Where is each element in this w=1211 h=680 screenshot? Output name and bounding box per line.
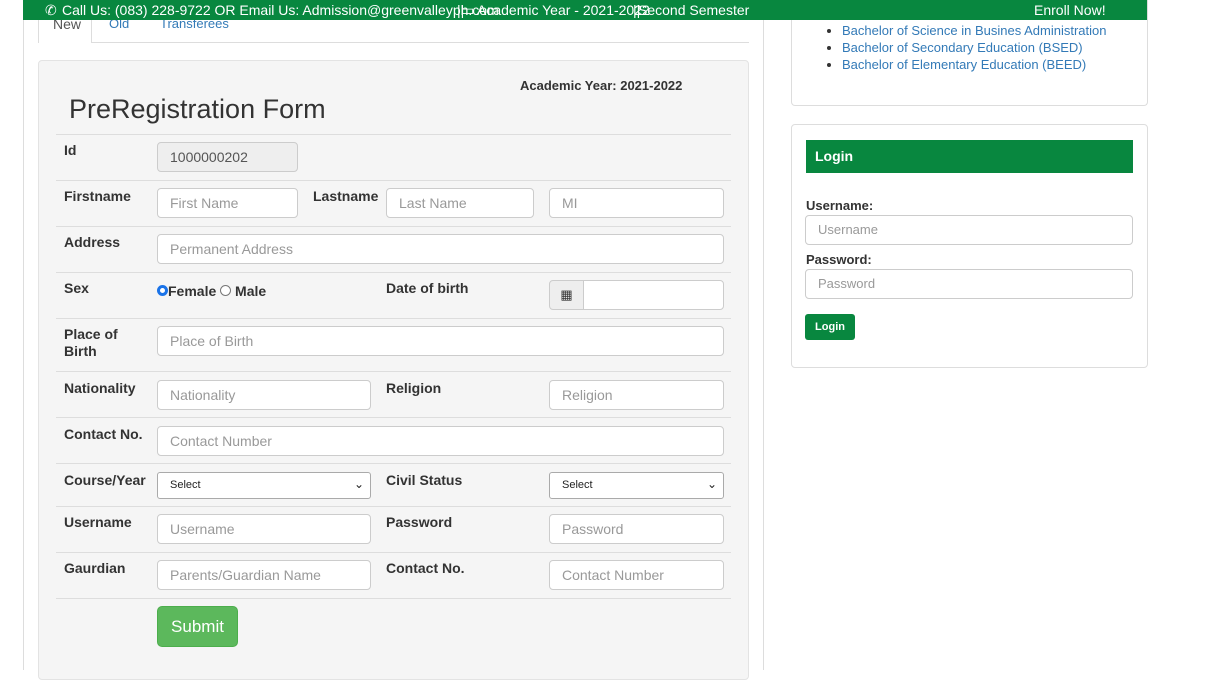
top-bar: ✆ Call Us: (083) 228-9722 OR Email Us: A… bbox=[23, 0, 1147, 20]
lastname-input[interactable]: Last Name bbox=[386, 188, 534, 218]
courses-list: Bachelor of Science in Busines Administr… bbox=[792, 22, 1106, 73]
nationality-input[interactable]: Nationality bbox=[157, 380, 371, 410]
container-border bbox=[23, 20, 24, 670]
contact-input[interactable]: Contact Number bbox=[157, 426, 724, 456]
divider bbox=[56, 371, 731, 372]
login-password-label: Password: bbox=[806, 252, 872, 267]
page-title: PreRegistration Form bbox=[69, 94, 326, 124]
submit-button[interactable]: Submit bbox=[157, 606, 238, 647]
lastname-label: Lastname bbox=[313, 188, 379, 204]
academic-year-text: Academic Year - 2021-2022 bbox=[477, 2, 650, 18]
login-header: Login bbox=[806, 140, 1133, 173]
calendar-icon[interactable]: ▦ bbox=[549, 280, 584, 310]
course-link[interactable]: Bachelor of Secondary Education (BSED) bbox=[842, 40, 1083, 55]
chevron-down-icon: ⌄ bbox=[706, 477, 717, 491]
course-select[interactable]: Select ⌄ bbox=[157, 472, 371, 499]
course-label: Course/Year bbox=[64, 472, 146, 488]
dob-input[interactable] bbox=[583, 280, 724, 310]
contact-label: Contact No. bbox=[64, 426, 143, 442]
divider bbox=[56, 134, 731, 135]
guardian-label: Gaurdian bbox=[64, 560, 126, 576]
divider bbox=[56, 552, 731, 553]
dob-label: Date of birth bbox=[386, 280, 469, 296]
guardian-contact-input[interactable]: Contact Number bbox=[549, 560, 724, 590]
password-input[interactable]: Password bbox=[549, 514, 724, 544]
list-item: Bachelor of Secondary Education (BSED) bbox=[842, 39, 1106, 56]
phone-icon: ✆ bbox=[45, 2, 57, 18]
address-label: Address bbox=[64, 234, 121, 250]
pob-input[interactable]: Place of Birth bbox=[157, 326, 724, 356]
container-border bbox=[763, 20, 764, 670]
religion-input[interactable]: Religion bbox=[549, 380, 724, 410]
male-label: Male bbox=[235, 283, 267, 299]
divider bbox=[56, 226, 731, 227]
civil-status-label: Civil Status bbox=[386, 472, 463, 488]
address-input[interactable]: Permanent Address bbox=[157, 234, 724, 264]
tab-divider bbox=[92, 42, 749, 43]
list-item: Bachelor of Science in Busines Administr… bbox=[842, 22, 1106, 39]
divider bbox=[56, 598, 731, 599]
guardian-contact-label: Contact No. bbox=[386, 560, 465, 576]
list-item: Bachelor of Elementary Education (BEED) bbox=[842, 56, 1106, 73]
mi-input[interactable]: MI bbox=[549, 188, 724, 218]
login-username-input[interactable]: Username bbox=[805, 215, 1133, 245]
login-password-input[interactable]: Password bbox=[805, 269, 1133, 299]
semester-text: Second Semester bbox=[638, 2, 750, 18]
id-label: Id bbox=[64, 142, 77, 158]
username-input[interactable]: Username bbox=[157, 514, 371, 544]
female-label: Female bbox=[168, 283, 217, 299]
female-radio[interactable] bbox=[157, 285, 168, 296]
course-link[interactable]: Bachelor of Science in Busines Administr… bbox=[842, 23, 1106, 38]
civil-status-select[interactable]: Select ⌄ bbox=[549, 472, 724, 499]
divider bbox=[56, 318, 731, 319]
civil-select-value: Select bbox=[562, 479, 593, 491]
username-label: Username bbox=[64, 514, 132, 530]
chevron-down-icon: ⌄ bbox=[353, 477, 364, 491]
religion-label: Religion bbox=[386, 380, 442, 396]
course-link[interactable]: Bachelor of Elementary Education (BEED) bbox=[842, 57, 1086, 72]
contact-text: Call Us: (083) 228-9722 OR Email Us: Adm… bbox=[62, 2, 499, 18]
enroll-now-link[interactable]: Enroll Now! bbox=[1034, 0, 1106, 20]
pob-label: Place of Birth bbox=[64, 326, 118, 359]
course-select-value: Select bbox=[170, 479, 201, 491]
calendar-icon: ▭ bbox=[461, 2, 475, 18]
divider bbox=[56, 506, 731, 507]
divider bbox=[56, 180, 731, 181]
guardian-input[interactable]: Parents/Guardian Name bbox=[157, 560, 371, 590]
id-field: 1000000202 bbox=[157, 142, 298, 172]
login-username-label: Username: bbox=[806, 198, 874, 213]
male-radio[interactable] bbox=[220, 285, 232, 296]
login-button[interactable]: Login bbox=[805, 314, 855, 340]
divider bbox=[56, 272, 731, 273]
divider bbox=[56, 417, 731, 418]
password-label: Password bbox=[386, 514, 453, 530]
nationality-label: Nationality bbox=[64, 380, 136, 396]
firstname-input[interactable]: First Name bbox=[157, 188, 298, 218]
divider bbox=[56, 463, 731, 464]
firstname-label: Firstname bbox=[64, 188, 131, 204]
sex-radio-group: Female Male bbox=[157, 283, 266, 299]
sex-label: Sex bbox=[64, 280, 89, 296]
academic-year-label: Academic Year: 2021-2022 bbox=[520, 78, 683, 93]
